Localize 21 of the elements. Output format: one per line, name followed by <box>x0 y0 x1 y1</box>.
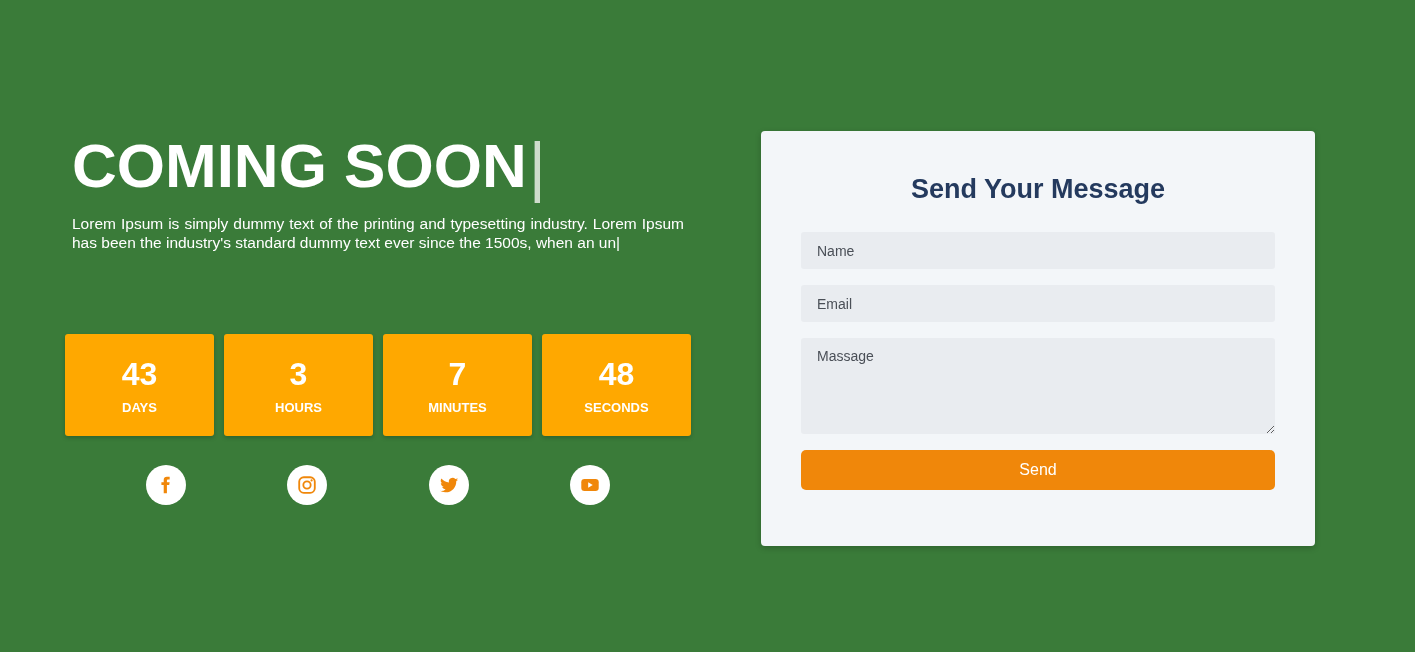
countdown-value: 43 <box>121 355 158 392</box>
page-title: COMING SOON <box>72 131 527 201</box>
social-link[interactable] <box>145 465 186 505</box>
countdown-unit: DAYS <box>122 399 157 415</box>
countdown-value: 48 <box>598 355 635 392</box>
intro-text: Lorem Ipsum is simply dummy text of the printing and typesetting industry. Lorem Ipsum has been the industry's standard dummy text ever since the 1500s, when an un| <box>72 214 684 252</box>
social-link[interactable] <box>570 465 611 505</box>
send-button[interactable]: Send <box>801 450 1275 490</box>
instagram-icon <box>296 474 319 496</box>
social-link[interactable] <box>428 465 469 505</box>
input-field[interactable]: Name <box>801 232 1275 269</box>
countdown-unit: HOURS <box>275 399 322 415</box>
input-field[interactable]: Email <box>801 285 1275 322</box>
countdown-unit: MINUTES <box>428 399 487 415</box>
countdown-value: 3 <box>289 355 308 392</box>
countdown-value: 7 <box>448 355 467 392</box>
form-title: Send Your Message <box>909 173 1167 206</box>
countdown-unit: SECONDS <box>584 399 649 415</box>
social-link[interactable] <box>287 465 328 505</box>
message-field[interactable]: Massage <box>801 338 1275 434</box>
text-cursor: | <box>528 131 546 201</box>
